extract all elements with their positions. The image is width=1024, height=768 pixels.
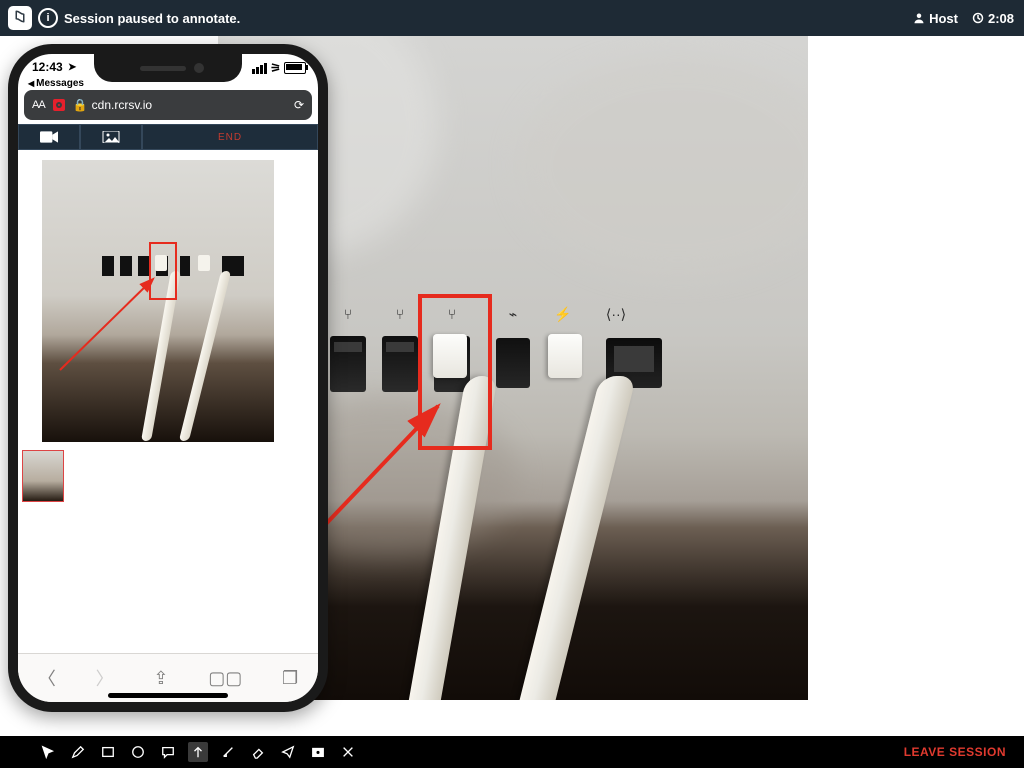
thunderbolt-cable: [516, 376, 637, 700]
phone-back-link[interactable]: Messages: [28, 78, 84, 89]
end-button[interactable]: END: [142, 124, 318, 150]
phone-annotation-arrow: [52, 270, 162, 380]
arrow-tool[interactable]: [188, 742, 208, 762]
bookmarks-icon[interactable]: ▢▢: [208, 668, 242, 689]
send-tool[interactable]: [280, 744, 296, 760]
leave-session-button[interactable]: LEAVE SESSION: [904, 745, 1006, 759]
clock-icon: [972, 12, 984, 24]
thunderbolt-plug: [548, 334, 582, 378]
phone-body: [18, 150, 318, 654]
nav-back-icon[interactable]: 〈: [38, 665, 56, 691]
nav-forward-icon: 〉: [96, 665, 114, 691]
phone-app-toolbar: END: [18, 124, 318, 150]
pointer-tool[interactable]: [40, 744, 56, 760]
eraser-tool[interactable]: [250, 744, 266, 760]
phone-shared-photo: [42, 160, 274, 442]
phone-notch: [94, 54, 242, 82]
reload-icon[interactable]: ⟳: [294, 98, 304, 112]
role-label: Host: [929, 11, 958, 26]
session-timer: 2:08: [972, 11, 1014, 26]
share-icon[interactable]: ⇪: [153, 668, 168, 689]
phone-time: 12:43: [32, 60, 63, 74]
guest-device-preview: 12:43 ➤ Messages ⚞ AA 🔒 cdn.rcrsv.io ⟳ E…: [8, 44, 328, 712]
pencil-tool[interactable]: [70, 744, 86, 760]
wifi-icon: ⚞: [270, 61, 281, 75]
circle-tool[interactable]: [130, 744, 146, 760]
app-logo: [8, 6, 32, 30]
phone-thumbnail[interactable]: [22, 450, 64, 502]
location-icon: ➤: [68, 62, 76, 73]
phone-url: cdn.rcrsv.io: [92, 98, 286, 112]
chat-tool[interactable]: [160, 744, 176, 760]
recording-icon: [53, 99, 65, 111]
text-size-button[interactable]: AA: [32, 99, 45, 111]
top-bar: i Session paused to annotate. Host 2:08: [0, 0, 1024, 36]
session-status: Session paused to annotate.: [64, 11, 240, 26]
firewire-port: [496, 338, 530, 388]
lock-icon: 🔒: [73, 98, 88, 112]
video-tab[interactable]: [18, 124, 80, 150]
tabs-icon[interactable]: ❐: [282, 668, 298, 689]
clear-tool[interactable]: [340, 744, 356, 760]
battery-icon: [284, 62, 306, 74]
annotation-toolbar: LEAVE SESSION: [0, 736, 1024, 768]
signal-icon: [252, 63, 267, 74]
phone-url-bar[interactable]: AA 🔒 cdn.rcrsv.io ⟳: [24, 90, 312, 120]
timer-value: 2:08: [988, 11, 1014, 26]
camera-tool[interactable]: [310, 744, 326, 760]
image-tab[interactable]: [80, 124, 142, 150]
rect-tool[interactable]: [100, 744, 116, 760]
role-indicator: Host: [913, 11, 958, 26]
home-indicator: [108, 693, 228, 698]
info-icon[interactable]: i: [38, 8, 58, 28]
pen-tool[interactable]: [220, 744, 236, 760]
user-icon: [913, 12, 925, 24]
